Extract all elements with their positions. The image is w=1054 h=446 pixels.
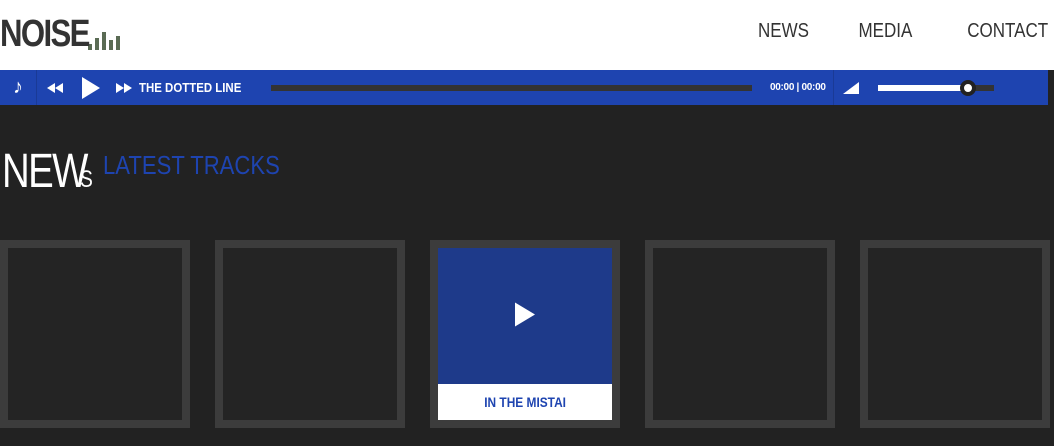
section-subtitle[interactable]: LATEST TRACKS	[103, 150, 280, 181]
play-icon[interactable]	[515, 302, 535, 331]
volume-slider[interactable]	[878, 80, 994, 96]
logo-bar	[95, 38, 99, 50]
fast-forward-icon	[116, 82, 132, 93]
logo-bar	[116, 36, 120, 50]
logo-bars-icon	[88, 14, 120, 54]
track-tiles: IN THE MISTAI	[0, 240, 1054, 430]
nav-item-news[interactable]: NEWS	[758, 20, 809, 43]
divider	[833, 70, 834, 105]
track-tile[interactable]	[215, 240, 405, 428]
logo-bar	[88, 44, 92, 50]
track-tile[interactable]	[860, 240, 1050, 428]
volume-knob[interactable]	[960, 80, 977, 96]
volume-icon[interactable]	[843, 81, 859, 99]
tile-caption-text: IN THE MISTAI	[484, 394, 566, 410]
main-nav: NEWS MEDIA CONTACT	[749, 20, 1048, 43]
logo-bar	[109, 40, 113, 50]
progress-bar[interactable]	[271, 85, 752, 91]
nav-item-media[interactable]: MEDIA	[859, 20, 913, 43]
track-tile-active[interactable]: IN THE MISTAI	[430, 240, 620, 428]
track-tile[interactable]	[0, 240, 190, 428]
play-button[interactable]	[73, 76, 109, 99]
logo-text: NOISE	[0, 13, 90, 55]
rewind-icon	[47, 82, 63, 93]
audio-player: ♪ THE DOTTED LINE 00:00 | 00:00	[0, 70, 1048, 105]
nav-item-contact[interactable]: CONTACT	[967, 20, 1048, 43]
volume-fill	[878, 85, 969, 91]
time-display: 00:00 | 00:00	[770, 82, 826, 93]
track-title: THE DOTTED LINE	[139, 80, 242, 95]
music-note-icon: ♪	[0, 70, 37, 105]
play-icon	[82, 76, 100, 99]
rewind-button[interactable]	[37, 82, 73, 93]
section-heading: NEW S LATEST TRACKS	[2, 146, 311, 198]
fast-forward-button[interactable]	[109, 82, 139, 93]
header: NOISE NEWS MEDIA CONTACT	[0, 0, 1054, 70]
track-tile[interactable]	[645, 240, 835, 428]
logo-bar	[102, 32, 106, 50]
section-title: NEW	[2, 145, 88, 198]
logo[interactable]: NOISE	[0, 14, 120, 54]
section-title-suffix: S	[80, 166, 93, 193]
tile-caption[interactable]: IN THE MISTAI	[438, 384, 612, 420]
